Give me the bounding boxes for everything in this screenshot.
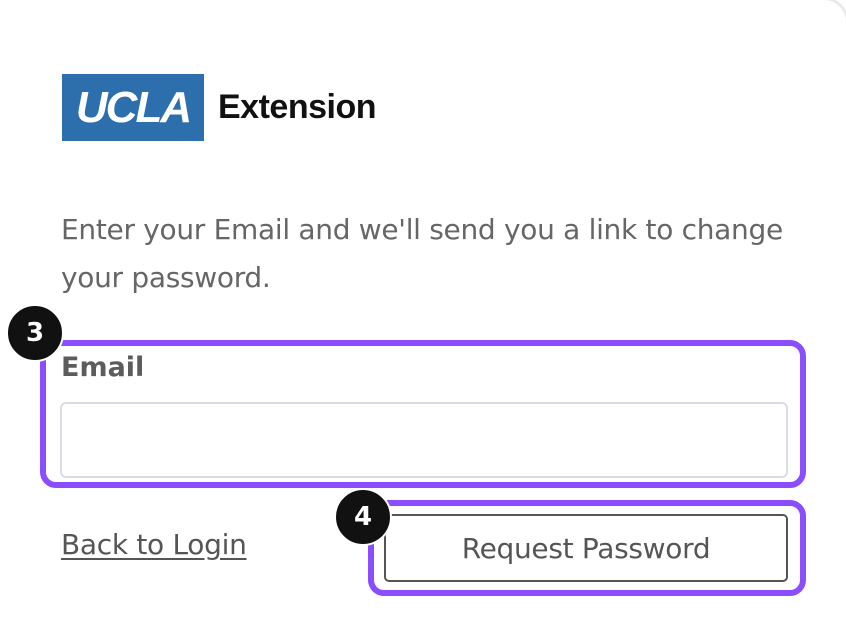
step-badge-4: 4 xyxy=(334,488,392,546)
request-password-button[interactable]: Request Password xyxy=(384,514,788,582)
instructions-text: Enter your Email and we'll send you a li… xyxy=(61,213,783,294)
step-badge-3: 3 xyxy=(6,304,64,362)
email-label: Email xyxy=(61,352,145,383)
ucla-extension-logo: UCLA Extension xyxy=(62,74,376,141)
logo-wordmark: Extension xyxy=(218,88,376,126)
email-input[interactable] xyxy=(60,402,788,478)
ucla-logo-mark: UCLA xyxy=(62,74,204,141)
card-corner xyxy=(822,0,846,24)
back-to-login-link[interactable]: Back to Login xyxy=(61,528,247,561)
